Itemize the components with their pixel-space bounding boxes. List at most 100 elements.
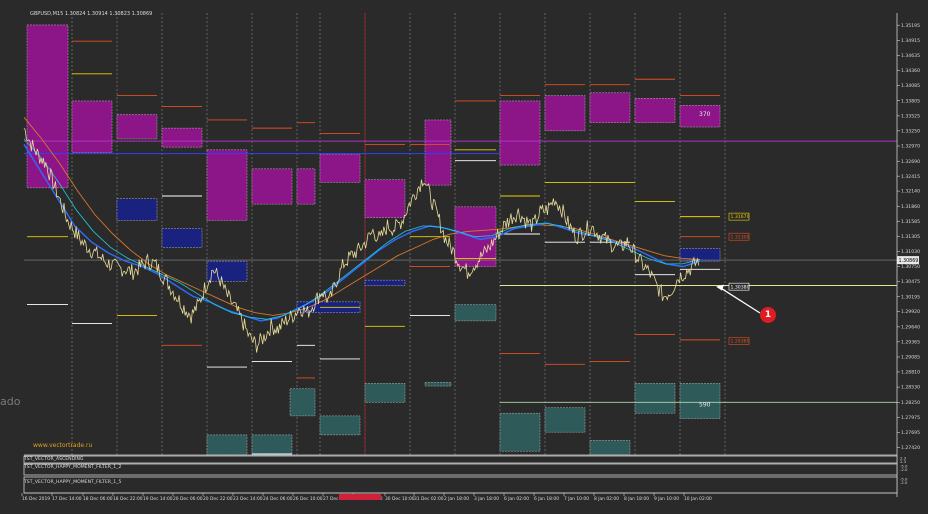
zone-box-23 (206, 434, 248, 456)
watermark-text: www.vectortrade.ru (33, 442, 93, 449)
y-tick-label-2: 1.34635 (901, 53, 920, 59)
x-tick-label-22: 10 Jan 02:00 (684, 496, 712, 502)
zone-box-24 (251, 434, 293, 456)
x-tick-label-3: 18 Dec 22:00 (113, 496, 143, 502)
zone-box-17 (161, 228, 203, 248)
y-tick-label-28: 1.27420 (901, 445, 920, 451)
price-label-3: 1.29380 (731, 339, 750, 345)
y-tick-label-1: 1.34915 (901, 38, 920, 44)
zone-box-14 (634, 98, 676, 123)
zone-box-1 (71, 100, 113, 153)
x-tick-label-17: 6 Jan 18:00 (534, 496, 559, 502)
indicator-3-label: TST_VECTOR_HAPPY_MOMENT_FILTER_1_5 (24, 480, 122, 485)
y-tick-label-6: 1.33525 (901, 113, 920, 119)
zone-label-1: 590 (699, 402, 711, 409)
x-tick-label-14: 2 Jan 18:00 (444, 496, 469, 502)
y-tick-label-22: 1.29085 (901, 355, 920, 361)
current-price-label: 1.30869 (899, 258, 919, 264)
zone-box-6 (296, 168, 316, 205)
indicator-2-label: TST_VECTOR_HAPPY_MOMENT_FILTER_1_2 (24, 465, 122, 470)
y-tick-label-24: 1.28530 (901, 385, 920, 391)
y-tick-label-17: 1.30475 (901, 279, 920, 285)
zone-box-25 (289, 388, 316, 417)
zone-box-26 (319, 415, 361, 436)
y-tick-label-11: 1.32140 (901, 189, 920, 195)
x-tick-label-15: 3 Jan 18:00 (474, 496, 499, 502)
zone-label-0: 370 (699, 111, 711, 118)
x-tick-label-19: 8 Jan 02:00 (594, 496, 619, 502)
zone-box-12 (544, 95, 586, 132)
indicator-2-value-1: -2.0 (900, 480, 908, 485)
chart-window: 1.35195 1.34915 1.34635 1.34360 1.34085 1.338… (0, 0, 928, 514)
x-tick-label-8: 24 Dec 06:00 (263, 496, 293, 502)
y-tick-label-5: 1.33805 (901, 98, 920, 104)
y-tick-label-13: 1.31585 (901, 219, 920, 225)
zone-box-5 (251, 168, 293, 205)
x-tick-label-5: 20 Dec 06:00 (173, 496, 203, 502)
chart-canvas[interactable]: 1.35195 1.34915 1.34635 1.34360 1.34085 1.338… (0, 0, 928, 514)
zone-box-22 (454, 304, 497, 322)
x-tick-label-9: 26 Dec 10:00 (293, 496, 323, 502)
y-tick-label-18: 1.30195 (901, 294, 920, 300)
x-tick-label-13: 31 Dec 02:00 (414, 496, 444, 502)
y-tick-label-3: 1.34360 (901, 68, 920, 74)
zone-box-7 (319, 153, 361, 183)
y-tick-label-21: 1.29365 (901, 339, 920, 345)
x-tick-label-4: 19 Dec 14:00 (143, 496, 173, 502)
indicator-pane-0 (23, 455, 898, 464)
price-label-0: 1.31670 (731, 214, 750, 220)
x-tick-label-18: 7 Jan 10:00 (564, 496, 589, 502)
y-tick-label-12: 1.31860 (901, 204, 920, 210)
side-text: ado (0, 395, 21, 408)
x-tick-label-7: 23 Dec 14:00 (233, 496, 263, 502)
zone-box-3 (161, 127, 203, 148)
y-tick-label-7: 1.33250 (901, 128, 920, 134)
symbol-info: GBPUSD,M15 1.30824 1.30914 1.30823 1.308… (30, 11, 153, 17)
y-tick-label-9: 1.32690 (901, 159, 920, 165)
y-tick-label-23: 1.28810 (901, 370, 920, 376)
indicator-1-value-1: -2.0 (900, 467, 908, 472)
zone-box-28 (424, 381, 452, 387)
y-tick-label-0: 1.35195 (901, 23, 920, 29)
y-tick-label-8: 1.32970 (901, 144, 920, 150)
zone-box-32 (634, 383, 676, 414)
x-tick-label-6: 20 Dec 22:00 (203, 496, 233, 502)
indicator-1-label: TST_VECTOR_ASCENDING (24, 457, 84, 462)
zone-box-31 (589, 440, 631, 456)
x-tick-label-16: 6 Jan 02:00 (504, 496, 529, 502)
x-tick-label-2: 18 Dec 06:00 (83, 496, 113, 502)
zone-box-11 (499, 100, 541, 166)
x-tick-label-1: 17 Dec 14:00 (52, 496, 82, 502)
zone-box-20 (364, 279, 406, 286)
indicator-pane-2 (23, 476, 898, 494)
zone-box-4 (206, 149, 248, 221)
price-label-1: 1.31300 (731, 234, 750, 240)
price-label-2: 1.30380 (731, 284, 750, 290)
y-tick-label-16: 1.30750 (901, 264, 920, 270)
y-tick-label-15: 1.31030 (901, 249, 920, 255)
y-tick-label-19: 1.29920 (901, 309, 920, 315)
time-highlight (339, 494, 381, 500)
x-tick-label-12: 30 Dec 10:00 (385, 496, 415, 502)
y-tick-label-25: 1.28250 (901, 400, 920, 406)
zone-box-8 (364, 179, 406, 218)
zone-box-27 (364, 383, 406, 403)
zone-box-2 (116, 114, 158, 140)
zone-box-9 (424, 119, 452, 186)
y-tick-label-27: 1.27695 (901, 430, 920, 436)
zone-box-29 (499, 412, 541, 452)
y-tick-label-26: 1.27975 (901, 415, 920, 421)
zone-box-30 (544, 407, 586, 433)
y-tick-label-20: 1.29640 (901, 324, 920, 330)
zone-box-16 (116, 198, 158, 221)
y-tick-label-4: 1.34085 (901, 83, 920, 89)
zone-box-0 (26, 24, 69, 189)
x-tick-label-21: 9 Jan 10:00 (654, 496, 679, 502)
callout-badge: 1 (760, 307, 776, 323)
zone-box-13 (589, 92, 631, 123)
x-tick-label-0: 16 Dec 2019 (22, 496, 50, 502)
y-tick-label-14: 1.31305 (901, 234, 920, 240)
y-tick-label-10: 1.32415 (901, 174, 920, 180)
indicator-pane-1 (23, 463, 898, 476)
x-tick-label-20: 8 Jan 18:00 (624, 496, 649, 502)
